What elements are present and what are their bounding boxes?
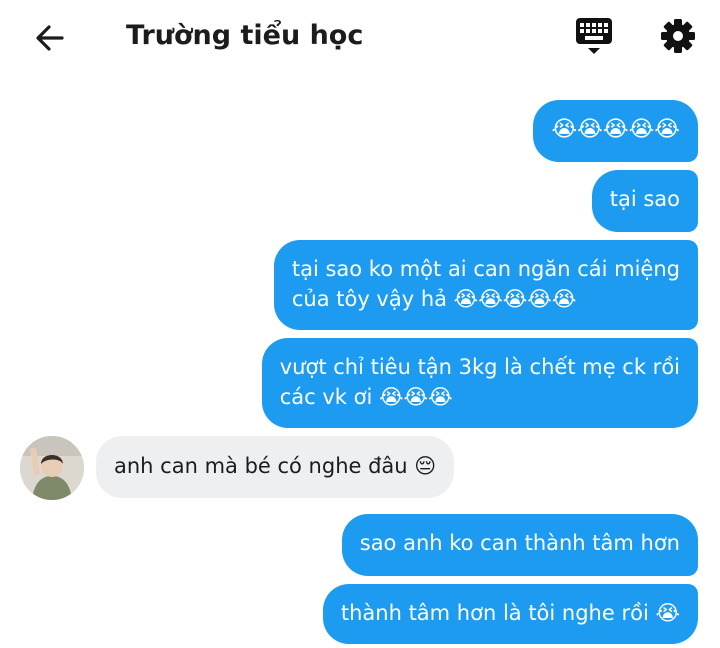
message-text: sao anh ko can thành tâm hơn <box>359 531 680 555</box>
outgoing-message[interactable]: tại sao <box>591 170 698 232</box>
gear-icon <box>661 19 695 53</box>
outgoing-message[interactable]: 😭😭😭😭😭 <box>533 100 698 162</box>
incoming-message[interactable]: anh can mà bé có nghe đâu 😔 <box>96 436 455 498</box>
avatar[interactable] <box>20 436 84 500</box>
message-text-line-1: tại sao ko một ai can ngăn cái miệng <box>291 257 680 281</box>
chat-title: Trường tiểu học <box>126 20 364 51</box>
message-text: tại sao <box>609 187 680 211</box>
back-button[interactable] <box>30 18 70 58</box>
arrow-left-icon <box>36 25 64 51</box>
message-text-line-2: của tôy vậy hả 😭😭😭😭😭 <box>291 287 577 311</box>
contact-avatar-image <box>20 436 84 500</box>
outgoing-message[interactable]: tại sao ko một ai can ngăn cái miệng của… <box>273 240 698 330</box>
outgoing-message[interactable]: thành tâm hơn là tôi nghe rồi 😭 <box>322 584 698 644</box>
settings-button[interactable] <box>658 16 698 56</box>
outgoing-message[interactable]: sao anh ko can thành tâm hơn <box>341 514 698 576</box>
message-text: anh can mà bé có nghe đâu 😔 <box>114 454 437 478</box>
message-text: thành tâm hơn là tôi nghe rồi 😭 <box>340 601 680 625</box>
keyboard-icon <box>576 18 612 54</box>
message-text-line-1: vượt chỉ tiêu tận 3kg là chết mẹ ck rồi <box>279 355 680 379</box>
message-text: 😭😭😭😭😭 <box>551 117 680 142</box>
keyboard-button[interactable] <box>574 16 614 56</box>
outgoing-message[interactable]: vượt chỉ tiêu tận 3kg là chết mẹ ck rồi … <box>261 338 698 428</box>
message-text-line-2: các vk ơi 😭😭😭 <box>279 385 453 409</box>
chat-header: Trường tiểu học <box>0 0 720 76</box>
